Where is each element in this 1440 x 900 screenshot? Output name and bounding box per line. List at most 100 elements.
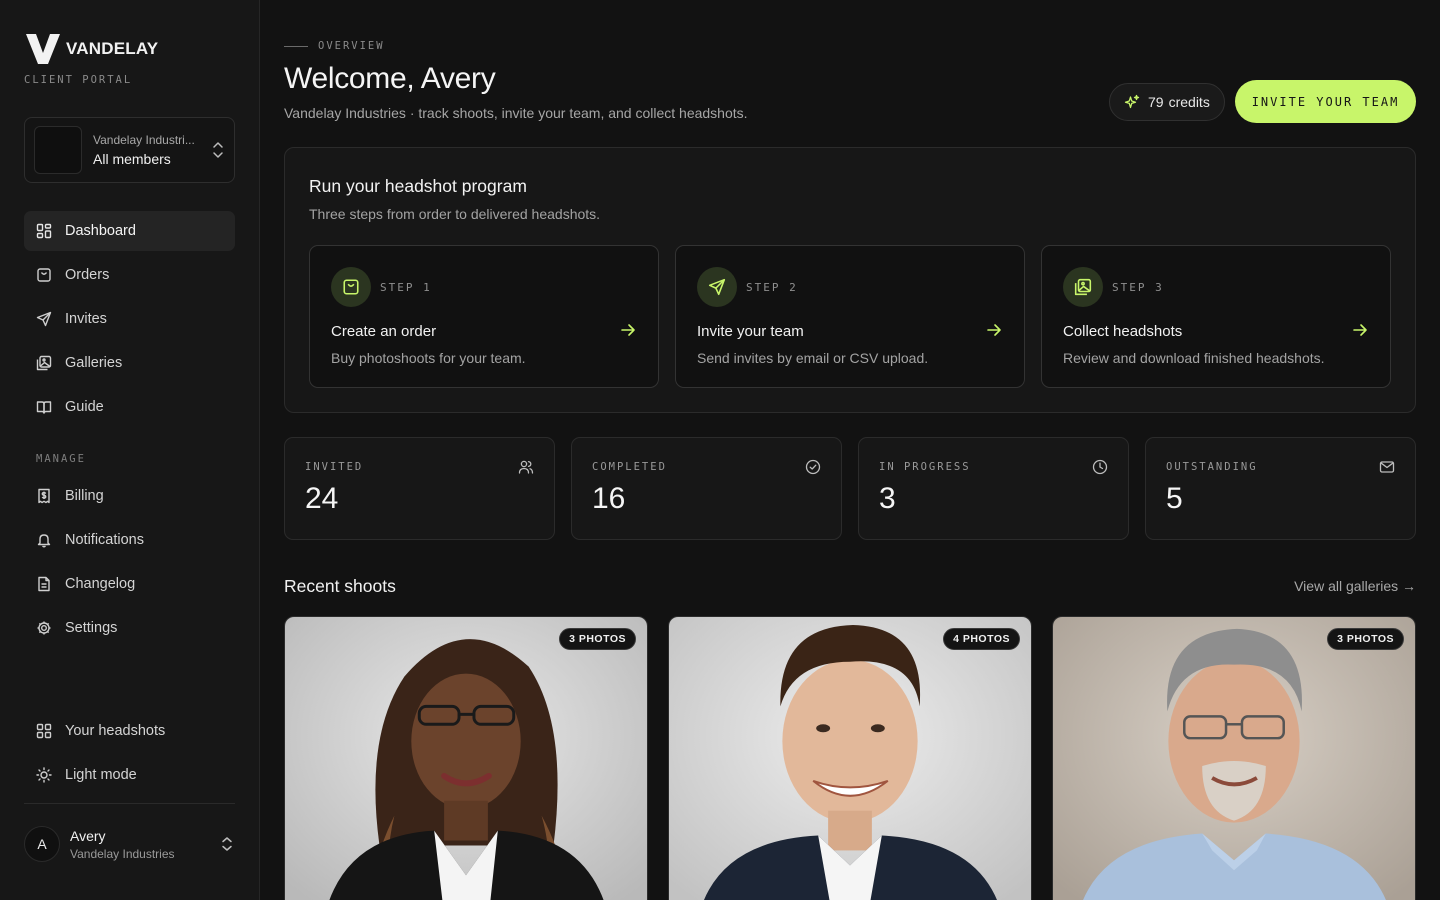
stat-value: 24 [305,482,339,515]
sparkles-icon [1124,94,1140,109]
org-scope: All members [93,151,171,167]
app-root: VANDELAY CLIENT PORTAL Vandelay Industri… [0,0,1440,900]
eyebrow-text: OVERVIEW [318,40,385,52]
sidebar-item-orders[interactable]: Orders [24,255,235,295]
stat-label: INVITED [305,461,364,473]
recent-shoots-title: Recent shoots [284,576,396,596]
sidebar-item-label: Galleries [65,355,123,371]
stat-label: COMPLETED [592,461,667,473]
shopping-bag-icon [343,279,359,295]
brand-logo[interactable]: VANDELAY [26,34,158,64]
credits-value: 79 [1148,94,1164,110]
headshot-program-card: Run your headshot program Three steps fr… [284,147,1416,413]
shoot-card[interactable]: 4 PHOTOS [668,616,1032,900]
page-subtitle: Vandelay Industries · track shoots, invi… [284,105,748,121]
eyebrow-line [284,45,308,47]
stat-label: OUTSTANDING [1166,461,1258,473]
sidebar-item-label: Orders [65,267,110,283]
shoot-card[interactable]: 3 PHOTOS [1052,616,1416,900]
step-title: Collect headshots [1063,323,1183,340]
eyebrow-overview: OVERVIEW [284,40,385,52]
sidebar-item-settings[interactable]: Settings [24,608,235,648]
credits-badge[interactable]: 79 credits [1109,83,1225,121]
grid-icon [36,723,52,739]
book-icon [36,401,52,414]
sidebar-item-dashboard[interactable]: Dashboard [24,211,235,251]
users-icon [518,460,534,474]
stat-card-outstanding: OUTSTANDING 5 [1145,437,1416,540]
gear-icon [37,621,51,635]
org-name: Vandelay Industri... [93,133,195,147]
brand-name: VANDELAY [66,39,159,58]
arrow-right-icon [621,324,635,336]
program-subtitle: Three steps from order to delivered head… [309,206,601,222]
photo-count-badge: 3 PHOTOS [1327,628,1404,650]
step-number: STEP 2 [746,281,798,294]
sidebar: VANDELAY CLIENT PORTAL Vandelay Industri… [0,0,260,900]
stat-value: 3 [879,482,896,515]
sidebar-item-label: Settings [65,620,118,636]
user-org: Vandelay Industries [70,847,175,861]
sidebar-item-label: Light mode [65,767,137,783]
sidebar-item-label: Your headshots [65,723,166,739]
photo-count-badge: 3 PHOTOS [559,628,636,650]
user-menu[interactable]: A Avery Vandelay Industries [24,822,235,866]
step-card-create-order[interactable]: STEP 1 Create an order Buy photoshoots f… [309,245,659,388]
org-switcher[interactable]: Vandelay Industri... All members [24,117,235,183]
sidebar-item-changelog[interactable]: Changelog [24,564,235,604]
step-card-collect-headshots[interactable]: STEP 3 Collect headshots Review and down… [1041,245,1391,388]
sidebar-item-label: Notifications [65,532,144,548]
arrow-right-icon [1353,324,1367,336]
gallery-icon [36,355,52,371]
program-title: Run your headshot program [309,176,527,196]
sidebar-item-guide[interactable]: Guide [24,387,235,427]
avatar: A [24,826,60,862]
billing-icon [38,488,50,504]
portal-label: CLIENT PORTAL [24,74,133,86]
view-all-galleries-link[interactable]: View all galleries → [1294,578,1416,594]
sidebar-item-galleries[interactable]: Galleries [24,343,235,383]
chevron-up-down-icon [222,837,232,851]
headshot-photo [669,617,1031,900]
sidebar-item-label: Guide [65,399,104,415]
headshot-photo [1053,617,1415,900]
user-name: Avery [70,828,106,844]
step-card-invite-team[interactable]: STEP 2 Invite your team Send invites by … [675,245,1025,388]
headshot-photo [285,617,647,900]
stat-label: IN PROGRESS [879,461,971,473]
page-title: Welcome, Avery [284,62,496,95]
manage-section-label: MANAGE [36,453,86,465]
sidebar-item-light-mode[interactable]: Light mode [24,755,235,795]
step-description: Send invites by email or CSV upload. [697,350,929,366]
sidebar-item-label: Billing [65,488,104,504]
step-icon-container [697,267,737,307]
sidebar-item-notifications[interactable]: Notifications [24,520,235,560]
chevron-up-down-icon [213,142,223,158]
stat-card-invited: INVITED 24 [284,437,555,540]
step-number: STEP 3 [1112,281,1164,294]
shoot-card[interactable]: 3 PHOTOS [284,616,648,900]
sidebar-item-label: Dashboard [65,223,136,239]
check-circle-icon [805,459,821,475]
arrow-right-icon [987,324,1001,336]
vandelay-logo-icon [26,34,60,64]
mail-icon [1379,461,1395,473]
sun-icon [36,767,52,783]
step-icon-container [1063,267,1103,307]
step-title: Invite your team [697,323,804,340]
sidebar-item-invites[interactable]: Invites [24,299,235,339]
send-icon [36,311,52,327]
org-logo [34,126,82,174]
stat-card-in-progress: IN PROGRESS 3 [858,437,1129,540]
stat-value: 5 [1166,482,1183,515]
sidebar-item-your-headshots[interactable]: Your headshots [24,711,235,751]
step-number: STEP 1 [380,281,432,294]
credits-label: credits [1168,94,1210,110]
gallery-icon [1074,278,1092,296]
invite-team-button[interactable]: INVITE YOUR TEAM [1235,80,1416,123]
step-description: Buy photoshoots for your team. [331,350,526,366]
step-title: Create an order [331,323,437,340]
stat-card-completed: COMPLETED 16 [571,437,842,540]
step-description: Review and download finished headshots. [1063,350,1325,366]
sidebar-item-billing[interactable]: Billing [24,476,235,516]
